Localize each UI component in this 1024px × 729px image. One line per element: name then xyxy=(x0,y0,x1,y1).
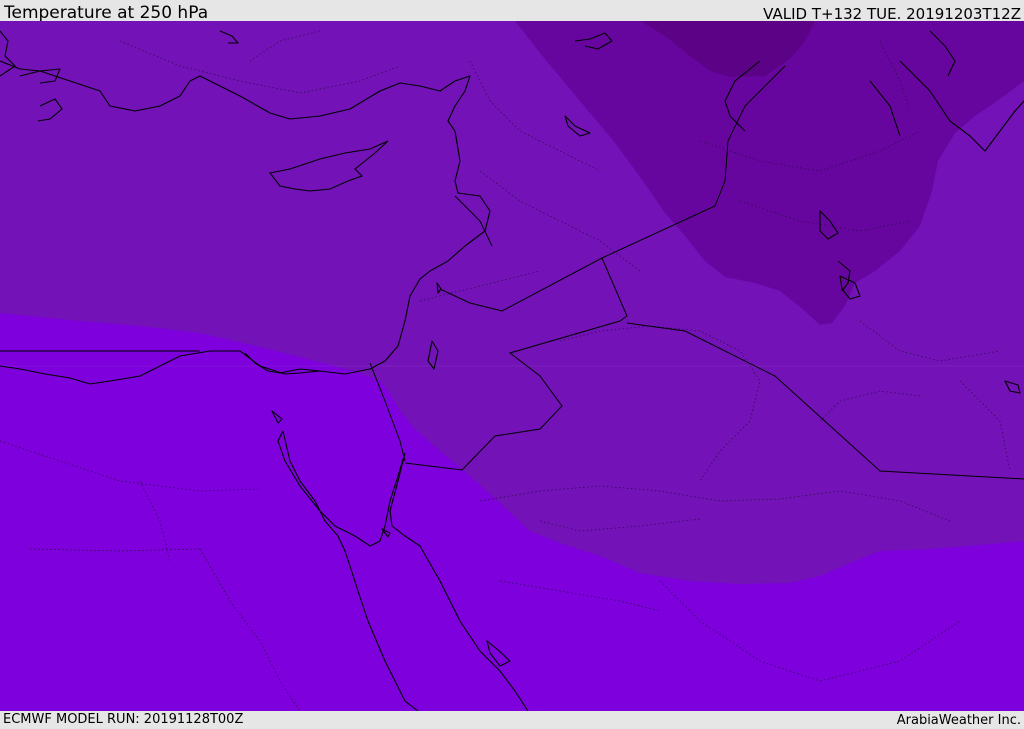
footer-bar: ECMWF MODEL RUN: 20191128T00Z ArabiaWeat… xyxy=(0,711,1024,729)
map-panel xyxy=(0,21,1024,711)
credit-label: ArabiaWeather Inc. xyxy=(896,713,1021,728)
header-bar: Temperature at 250 hPa VALID T+132 TUE. … xyxy=(0,0,1024,23)
map-canvas xyxy=(0,21,1024,711)
map-figure: Temperature at 250 hPa VALID T+132 TUE. … xyxy=(0,0,1024,729)
map-title: Temperature at 250 hPa xyxy=(4,3,209,23)
model-run-label: ECMWF MODEL RUN: 20191128T00Z xyxy=(3,712,244,727)
